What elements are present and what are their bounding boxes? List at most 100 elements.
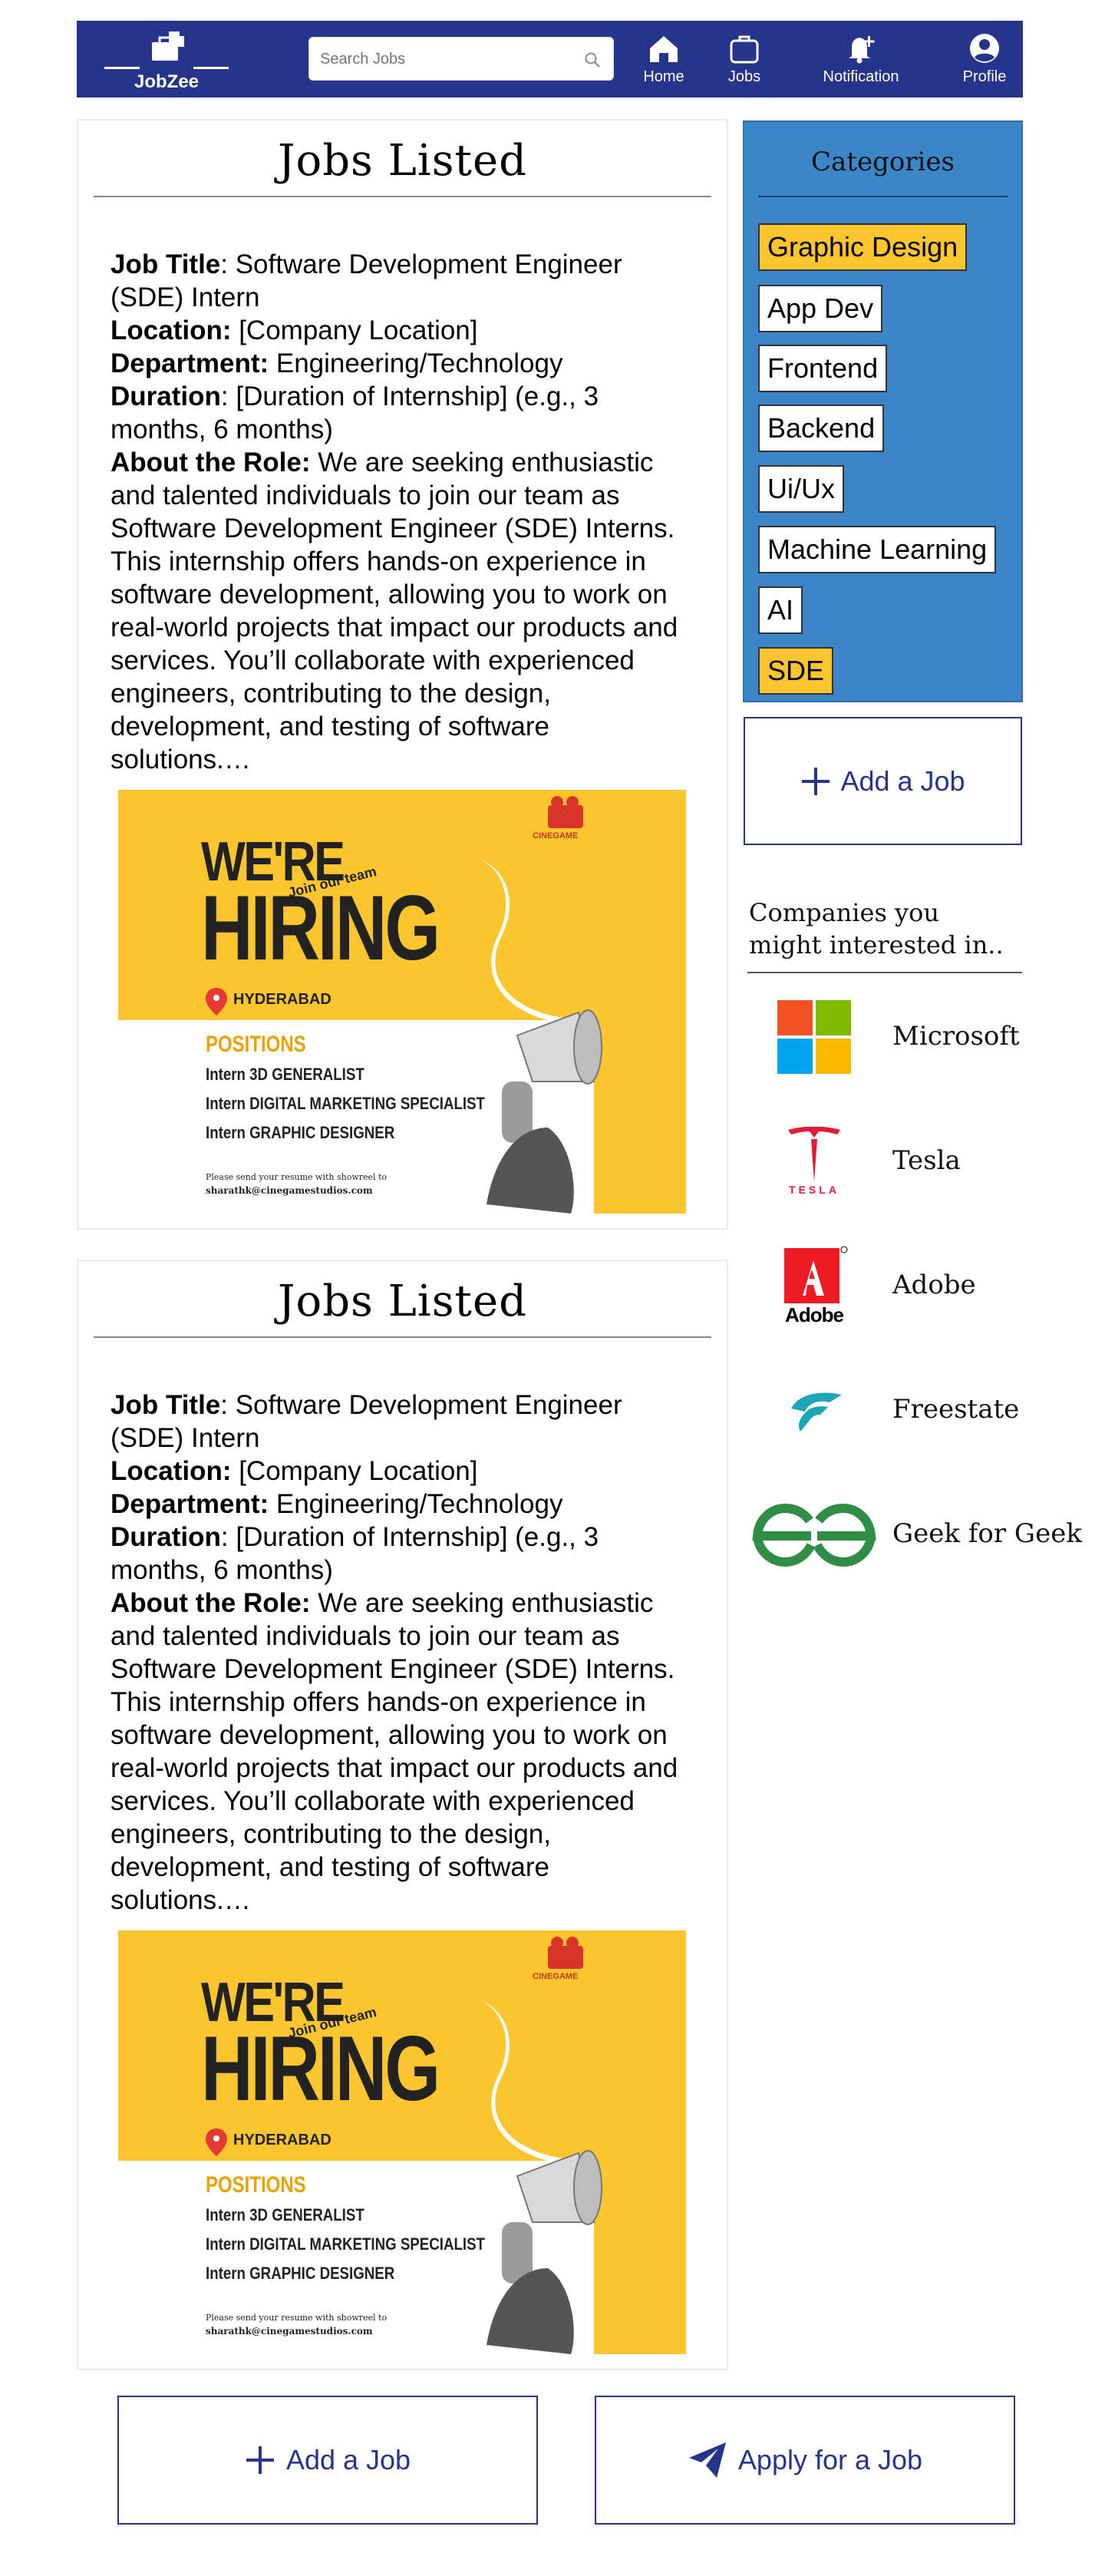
plus-icon: [246, 2446, 274, 2474]
job-title-label: Job Title: [110, 249, 221, 279]
company-name: Geek for Geek: [892, 1518, 1082, 1549]
department-value: Engineering/Technology: [269, 348, 563, 378]
category-chip[interactable]: Frontend: [758, 345, 888, 392]
add-job-button[interactable]: Add a Job: [117, 2396, 538, 2525]
poster-studio: CINEGAME: [533, 831, 579, 841]
poster-line2: HIRING: [201, 877, 440, 979]
category-chip[interactable]: SDE: [758, 647, 834, 695]
nav-notification[interactable]: Notification: [815, 31, 907, 86]
poster-city: HYDERABAD: [233, 2132, 332, 2148]
company-name: Microsoft: [892, 1021, 1020, 1052]
category-chip[interactable]: App Dev: [758, 285, 883, 332]
poster-position-2: Intern DIGITAL MARKETING SPECIALIST: [206, 2234, 485, 2254]
companies-title: Companies you might interested in..: [749, 898, 1004, 959]
poster-line2: HIRING: [201, 2017, 440, 2120]
duration-label: Duration: [110, 1522, 221, 1552]
poster-positions-heading: POSITIONS: [206, 2172, 306, 2198]
geeksforgeeks-logo: [752, 1503, 876, 1567]
job-card: Jobs Listed Job Title: Software Developm…: [77, 119, 728, 1230]
company-microsoft[interactable]: Microsoft: [749, 995, 1087, 1079]
poster-position-1: Intern 3D GENERALIST: [206, 1065, 364, 1084]
company-name: Freestate: [892, 1394, 1020, 1425]
microsoft-logo: [777, 1000, 851, 1074]
nav-home[interactable]: Home: [637, 31, 691, 86]
location-label: Location:: [110, 315, 232, 345]
categories-divider: [758, 196, 1008, 197]
apply-job-button[interactable]: Apply for a Job: [595, 2396, 1015, 2525]
company-name: Adobe: [892, 1270, 976, 1300]
card-heading: Jobs Listed: [278, 1276, 527, 1326]
poster-footer-2: sharathk@cinegamestudios.com: [206, 1185, 373, 1196]
briefcase-icon: [730, 35, 759, 64]
cinegame-camera-icon: [548, 796, 583, 828]
department-value: Engineering/Technology: [269, 1489, 563, 1519]
card-heading: Jobs Listed: [278, 136, 527, 186]
company-name: Tesla: [892, 1145, 961, 1176]
sidebar-add-job-label: Add a Job: [840, 765, 965, 797]
hiring-poster-image: CINEGAME WE'RE Join our team HIRING HYDE…: [118, 790, 686, 1214]
tesla-logo: [788, 1127, 840, 1182]
home-icon: [650, 36, 678, 62]
nav-jobs-label: Jobs: [727, 68, 761, 85]
tesla-wordmark: TESLA: [789, 1184, 839, 1196]
category-chip[interactable]: Ui/Ux: [758, 465, 844, 513]
adobe-wordmark: Adobe: [785, 1303, 844, 1326]
categories-title: Categories: [811, 147, 955, 177]
poster-position-3: Intern GRAPHIC DESIGNER: [206, 2264, 395, 2283]
poster-studio: CINEGAME: [533, 1972, 579, 1981]
poster-position-3: Intern GRAPHIC DESIGNER: [206, 1123, 395, 1142]
search-box: [308, 37, 614, 81]
poster-footer-2: sharathk@cinegamestudios.com: [206, 2326, 373, 2337]
job-card: Jobs Listed Job Title: Software Developm…: [77, 1260, 728, 2370]
category-chip[interactable]: AI: [758, 586, 803, 634]
bell-plus-icon: [849, 36, 875, 64]
poster-position-1: Intern 3D GENERALIST: [206, 2205, 364, 2224]
poster-position-2: Intern DIGITAL MARKETING SPECIALIST: [206, 1094, 485, 1113]
top-navbar: JobZee Home Jobs Notification: [77, 21, 1023, 97]
about-value: We are seeking enthusiastic and talented…: [110, 447, 678, 774]
about-value: We are seeking enthusiastic and talented…: [110, 1588, 678, 1915]
nav-jobs[interactable]: Jobs: [721, 31, 767, 86]
about-label: About the Role:: [110, 447, 311, 477]
job-description: Job Title: Software Development Engineer…: [110, 1389, 694, 1917]
department-label: Department:: [110, 1489, 269, 1519]
company-tesla[interactable]: TESLA Tesla: [749, 1119, 1087, 1204]
poster-footer-1: Please send your resume with showreel to: [206, 1172, 388, 1182]
nav-profile[interactable]: Profile: [958, 31, 1011, 86]
nav-profile-label: Profile: [962, 68, 1007, 85]
duration-label: Duration: [110, 381, 221, 411]
brand-name: JobZee: [134, 71, 200, 92]
user-circle-icon: [970, 34, 999, 63]
location-value: [Company Location]: [231, 315, 478, 345]
categories-panel: Categories Graphic Design App Dev Frontend…: [743, 121, 1023, 702]
briefcase-stack-icon: [152, 31, 184, 61]
companies-divider: [747, 972, 1022, 973]
department-label: Department:: [110, 348, 269, 378]
poster-positions-heading: POSITIONS: [206, 1032, 306, 1057]
job-title-label: Job Title: [110, 1390, 221, 1420]
company-freestate[interactable]: Freestate: [749, 1368, 1087, 1452]
poster-city: HYDERABAD: [233, 991, 332, 1008]
cinegame-camera-icon: [548, 1937, 583, 1969]
search-icon[interactable]: [584, 51, 601, 68]
nav-home-label: Home: [643, 68, 684, 85]
company-adobe[interactable]: Adobe Adobe: [749, 1243, 1087, 1328]
plus-icon: [802, 767, 830, 795]
category-chip[interactable]: Backend: [758, 405, 885, 452]
job-description: Job Title: Software Development Engineer…: [110, 248, 694, 776]
card-divider: [94, 196, 711, 197]
location-value: [Company Location]: [231, 1456, 478, 1486]
category-chip[interactable]: Graphic Design: [758, 223, 968, 271]
sidebar-add-job-button[interactable]: Add a Job: [744, 717, 1022, 845]
add-job-label: Add a Job: [285, 2444, 411, 2475]
freestate-logo: [791, 1392, 842, 1432]
search-input[interactable]: [320, 47, 573, 71]
card-divider: [94, 1336, 711, 1338]
hiring-poster-image: CINEGAME WE'RE Join our team HIRING HYDE…: [118, 1930, 686, 2354]
nav-notification-label: Notification: [823, 68, 899, 85]
category-chip[interactable]: Machine Learning: [758, 526, 997, 573]
poster-footer-1: Please send your resume with showreel to: [206, 2313, 388, 2323]
company-geek-for-geek[interactable]: Geek for Geek: [749, 1492, 1087, 1577]
adobe-logo: [784, 1246, 848, 1303]
brand-logo[interactable]: JobZee: [104, 28, 229, 92]
